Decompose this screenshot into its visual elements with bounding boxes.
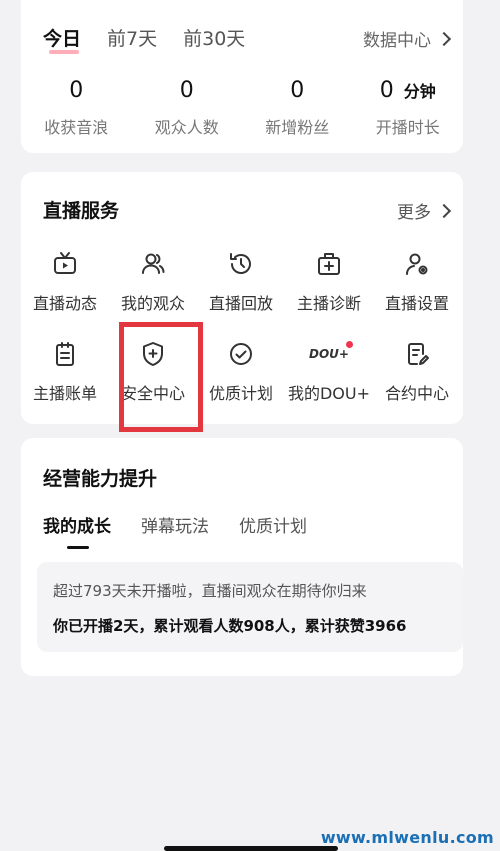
- medical-kit-icon: [318, 253, 340, 275]
- service-label: 主播账单: [32, 384, 97, 403]
- stat-value: 0: [379, 78, 394, 103]
- service-security-center[interactable]: 安全中心: [109, 340, 197, 404]
- services-row-2: 主播账单 安全中心 优质计划 DOU+ 我的DOU+ 合约中心: [21, 340, 463, 404]
- stat-viewers[interactable]: 0 观众人数: [132, 78, 243, 138]
- service-label: 优质计划: [208, 384, 273, 403]
- service-diagnosis[interactable]: 主播诊断: [285, 250, 373, 314]
- service-contract-center[interactable]: 合约中心: [373, 340, 461, 404]
- contract-edit-icon: [408, 343, 429, 365]
- chevron-right-icon: [436, 31, 452, 46]
- service-label: 直播回放: [208, 294, 273, 313]
- business-growth-card: 经营能力提升 我的成长 弹幕玩法 优质计划 超过793天未开播啦，直播间观众在期…: [21, 438, 463, 676]
- service-quality-plan[interactable]: 优质计划: [197, 340, 285, 404]
- tab-danmaku-play[interactable]: 弹幕玩法: [141, 512, 209, 537]
- watermark: www.mlwenlu.com: [320, 828, 494, 847]
- tab-today[interactable]: 今日: [43, 24, 81, 54]
- tab-quality-plan[interactable]: 优质计划: [239, 512, 307, 537]
- period-tabs: 今日 前7天 前30天: [43, 24, 271, 54]
- chevron-right-icon: [436, 203, 452, 218]
- data-center-link[interactable]: 数据中心: [363, 26, 452, 51]
- stat-live-duration[interactable]: 0 分钟 开播时长: [353, 78, 464, 138]
- stats-row: 0 收获音浪 0 观众人数 0 新增粉丝 0 分钟 开播时长: [21, 78, 463, 138]
- live-services-card: 直播服务 更多 直播动态 我的观众 直播回放 主播诊断 直播设置 主播账单 安全…: [21, 172, 463, 432]
- service-label: 直播设置: [384, 294, 449, 313]
- more-label: 更多: [397, 203, 431, 223]
- stat-value: 0: [69, 78, 84, 103]
- service-label: 直播动态: [32, 294, 97, 313]
- users-icon: [142, 253, 165, 274]
- stat-new-fans[interactable]: 0 新增粉丝: [242, 78, 353, 138]
- tab-my-growth[interactable]: 我的成长: [43, 512, 111, 549]
- inactive-notice: 超过793天未开播啦，直播间观众在期待你归来: [53, 582, 367, 600]
- growth-title: 经营能力提升: [43, 468, 158, 490]
- service-streamer-bill[interactable]: 主播账单: [21, 340, 109, 404]
- stats-card: 今日 前7天 前30天 数据中心 0 收获音浪 0 观众人数 0 新增粉丝 0 …: [21, 0, 463, 153]
- service-my-audience[interactable]: 我的观众: [109, 250, 197, 314]
- stat-value: 0: [179, 78, 194, 103]
- notification-dot: [346, 341, 353, 348]
- check-circle-icon: [230, 343, 252, 365]
- service-label: 我的DOU+: [287, 384, 371, 403]
- service-live-settings[interactable]: 直播设置: [373, 250, 461, 314]
- history-icon: [230, 253, 251, 274]
- data-center-label: 数据中心: [363, 31, 431, 51]
- stat-label: 开播时长: [375, 118, 440, 137]
- tv-icon: [54, 252, 76, 274]
- stat-unit: 分钟: [403, 82, 436, 101]
- service-label: 合约中心: [384, 384, 449, 403]
- service-live-feed[interactable]: 直播动态: [21, 250, 109, 314]
- shield-plus-icon: [143, 342, 163, 366]
- stat-label: 收获音浪: [44, 118, 109, 137]
- cumulative-stats: 你已开播2天，累计观看人数908人，累计获赞3966: [53, 617, 407, 635]
- service-my-dou-plus[interactable]: DOU+ 我的DOU+: [285, 340, 373, 404]
- home-indicator: [164, 846, 338, 851]
- service-live-replay[interactable]: 直播回放: [197, 250, 285, 314]
- service-label: 安全中心: [120, 384, 185, 403]
- stat-label: 新增粉丝: [265, 118, 330, 137]
- more-link[interactable]: 更多: [397, 198, 452, 223]
- growth-info-box: 超过793天未开播啦，直播间观众在期待你归来 你已开播2天，累计观看人数908人…: [37, 562, 463, 652]
- clipboard-icon: [56, 342, 74, 366]
- stat-label: 观众人数: [154, 118, 219, 137]
- user-settings-icon: [406, 253, 428, 275]
- stat-income[interactable]: 0 收获音浪: [21, 78, 132, 138]
- services-title: 直播服务: [43, 200, 120, 222]
- tab-30-days[interactable]: 前30天: [183, 24, 245, 51]
- services-row-1: 直播动态 我的观众 直播回放 主播诊断 直播设置: [21, 250, 463, 314]
- service-label: 我的观众: [120, 294, 185, 313]
- dou-logo-icon: DOU+: [309, 347, 349, 361]
- growth-tabs: 我的成长 弹幕玩法 优质计划: [43, 512, 337, 549]
- stat-value: 0: [290, 78, 305, 103]
- tab-7-days[interactable]: 前7天: [107, 24, 157, 51]
- service-label: 主播诊断: [296, 294, 361, 313]
